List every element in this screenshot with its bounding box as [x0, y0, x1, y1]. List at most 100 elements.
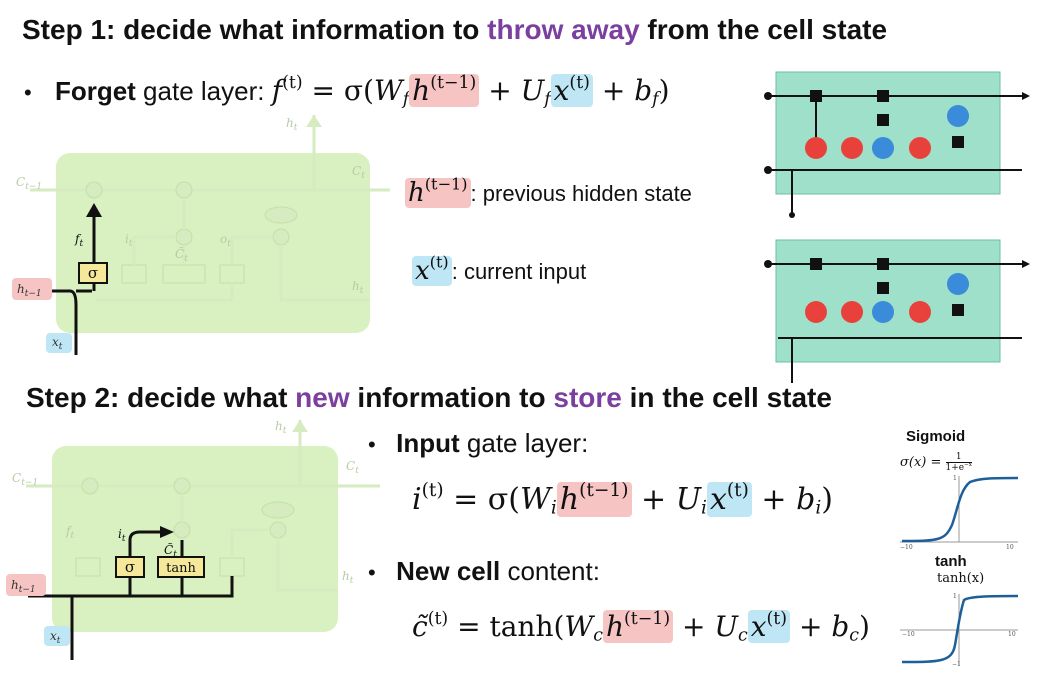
- legend-current-input: x(t): current input: [412, 254, 587, 286]
- c-in-dot-2: [764, 260, 772, 268]
- input-h-highlight: h(t−1): [556, 481, 632, 517]
- sigmoid-xmin: −10: [900, 544, 913, 551]
- add1-2: [877, 258, 889, 270]
- step1-prefix: Step 1: decide what information to: [22, 14, 488, 45]
- c-in-dot: [764, 92, 772, 100]
- lstm-schematic-forget: [764, 71, 1030, 218]
- lstm-cell-input-diagram: σ tanh Ct−1 Ct ht ht ft it C̃t ht−1 xt: [6, 419, 380, 660]
- input-bold: Input: [396, 428, 460, 458]
- sigmoid-curve: [901, 476, 1019, 543]
- tanh-title: tanh: [935, 553, 967, 570]
- sigmoid-xmax: 10: [1006, 544, 1014, 551]
- sigma-node-4: [805, 301, 827, 323]
- cell-body: [56, 153, 370, 333]
- input-rest: gate layer:: [459, 428, 589, 458]
- h-right-label-2: ht: [342, 569, 354, 586]
- input-gate-line: • Input gate layer:: [368, 428, 588, 459]
- bullet-3: •: [368, 560, 376, 585]
- input-multiply-node: [175, 228, 193, 246]
- cell-arrow: [1022, 92, 1030, 100]
- x-in-dot: [789, 212, 795, 218]
- mul1: [810, 90, 822, 102]
- h-top-label-2: ht: [275, 419, 287, 436]
- forget-h-highlight: h(t−1): [409, 74, 480, 107]
- add1: [877, 90, 889, 102]
- new-cell-h-highlight: h(t−1): [602, 610, 674, 643]
- forget-multiply-node: [85, 181, 103, 199]
- add-node: [175, 181, 193, 199]
- bullet: •: [24, 80, 32, 105]
- mul2-2: [877, 282, 889, 294]
- forget-rest: gate layer:: [135, 76, 265, 106]
- legend-hidden-state: h(t−1): previous hidden state: [405, 176, 692, 208]
- mul2: [877, 114, 889, 126]
- step1-suffix: from the cell state: [639, 14, 888, 45]
- sigma-node-2: [841, 137, 863, 159]
- new-cell-rest: content:: [500, 556, 600, 586]
- sigma-node-5: [841, 301, 863, 323]
- cell-arrow-2: [1022, 260, 1030, 268]
- mul3: [952, 136, 964, 148]
- step2-middle: information to: [349, 382, 554, 413]
- tanh-curve: [901, 594, 1019, 664]
- tanh-ytop: 1: [953, 593, 957, 600]
- step2-heading: Step 2: decide what new information to s…: [26, 382, 832, 414]
- h-in-dot: [764, 166, 772, 174]
- step1-highlight: throw away: [487, 14, 640, 45]
- new-cell-equation: c̃(t) = tanh(Wc h(t−1) + Uc x(t) + bc): [412, 608, 870, 646]
- legend-h-highlight: h(t−1): [405, 176, 471, 208]
- sigma-node-6: [909, 301, 931, 323]
- tanh-xmin: −10: [902, 631, 915, 638]
- tanh-ellipse: [264, 206, 298, 224]
- forget-gate-line: • Forget gate layer: f(t) = σ(Wf h(t−1) +…: [24, 72, 670, 110]
- add-node-2: [173, 477, 191, 495]
- forget-sigma-label: σ: [88, 264, 98, 282]
- step1-heading: Step 1: decide what information to throw…: [22, 14, 887, 46]
- step2-hl-new: new: [295, 382, 350, 413]
- input-multiply-node-2: [173, 521, 191, 539]
- tanh-node-4: [947, 273, 969, 295]
- new-cell-x-highlight: x(t): [747, 610, 791, 643]
- legend-x-highlight: x(t): [412, 254, 452, 286]
- legend-x-text: : current input: [451, 259, 587, 284]
- sigmoid-plot: 1 −10 10: [900, 475, 1019, 551]
- mul1-2: [810, 258, 822, 270]
- legend-h-text: : previous hidden state: [470, 181, 692, 206]
- c-prev-label-2: Ct−1: [12, 471, 38, 488]
- step2-hl-store: store: [553, 382, 622, 413]
- step2-suffix: in the cell state: [621, 382, 832, 413]
- new-cell-line: • New cell content:: [368, 556, 600, 587]
- output-multiply-node-2: [269, 521, 287, 539]
- output-multiply-node: [272, 228, 290, 246]
- h-up-arrow-2: [292, 420, 308, 432]
- tanh-xmax: 10: [1008, 631, 1016, 638]
- new-cell-bold: New cell: [396, 556, 501, 586]
- tanh-equation: tanh(x): [937, 571, 985, 586]
- forget-equation: f(t) = σ(Wf h(t−1) + Uf x(t) + bf): [271, 72, 670, 110]
- bullet-2: •: [368, 432, 376, 457]
- sigmoid-title: Sigmoid: [906, 428, 966, 445]
- tanh-node-1: [872, 137, 894, 159]
- forget-bold: Forget: [54, 76, 136, 106]
- forget-multiply-node-2: [81, 477, 99, 495]
- forget-x-highlight: x(t): [550, 74, 593, 107]
- sigma-node-1: [805, 137, 827, 159]
- slide: Step 1: decide what information to throw…: [0, 0, 1043, 695]
- sigma-node-3: [909, 137, 931, 159]
- tanh-node-2: [947, 105, 969, 127]
- h-top-label: ht: [286, 116, 298, 133]
- c-prev-label: Ct−1: [16, 175, 42, 192]
- tanh-node-3: [872, 301, 894, 323]
- cell-body-2: [52, 446, 338, 632]
- tanh-ellipse-2: [261, 501, 295, 519]
- tanh-plot: 1 −1 −10 10: [900, 593, 1019, 668]
- lstm-cell-forget-diagram: σ Ct−1 Ct ht ht ft it ot C̃t ht−1 xt: [12, 115, 390, 355]
- mul3-2: [952, 304, 964, 316]
- sigmoid-ytick: 1: [953, 475, 957, 482]
- step2-prefix: Step 2: decide what: [26, 382, 296, 413]
- tanh-ybottom: −1: [952, 661, 961, 668]
- h-up-arrow: [306, 115, 322, 127]
- input-sigma-label: σ: [125, 558, 135, 576]
- input-gate-equation: i(t) = σ(Wi h(t−1) + Ui x(t) + bi): [412, 479, 833, 519]
- tanh-box-label: tanh: [166, 561, 196, 576]
